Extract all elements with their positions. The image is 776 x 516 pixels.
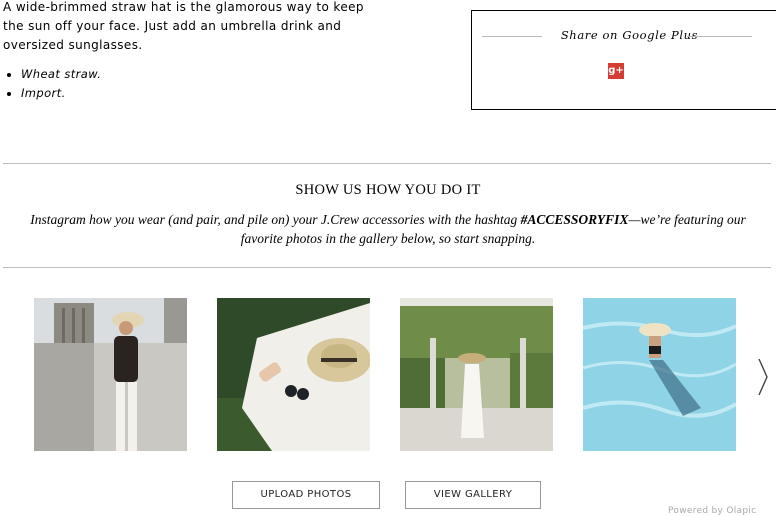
woman-in-city-photo[interactable] (34, 298, 187, 451)
hat-on-blanket-photo[interactable] (217, 298, 370, 451)
hashtag: #ACCESSORYFIX (520, 212, 629, 227)
divider (3, 267, 771, 268)
share-panel: Share on Google Plus g+ (471, 10, 776, 110)
divider (687, 36, 752, 37)
chevron-right-icon[interactable] (756, 357, 770, 397)
woman-under-pergola-photo[interactable] (400, 298, 553, 451)
product-details-list: Wheat straw. Import. (3, 65, 101, 103)
product-description: A wide-brimmed straw hat is the glamorou… (3, 0, 364, 52)
list-item: Import. (3, 84, 101, 103)
upload-photos-button[interactable]: UPLOAD PHOTOS (232, 481, 380, 509)
share-title: Share on Google Plus (560, 28, 699, 42)
list-item: Wheat straw. (3, 65, 101, 84)
google-plus-icon[interactable]: g+ (608, 63, 624, 79)
divider (3, 163, 771, 164)
gallery-heading: SHOW US HOW YOU DO IT (295, 182, 481, 198)
view-gallery-button[interactable]: VIEW GALLERY (405, 481, 541, 509)
gallery-text-before: Instagram how you wear (and pair, and pi… (30, 212, 521, 227)
gallery-description: Instagram how you wear (and pair, and pi… (15, 210, 761, 248)
woman-in-pool-photo[interactable] (583, 298, 736, 451)
powered-by-text: Powered by Olapic (668, 506, 757, 516)
